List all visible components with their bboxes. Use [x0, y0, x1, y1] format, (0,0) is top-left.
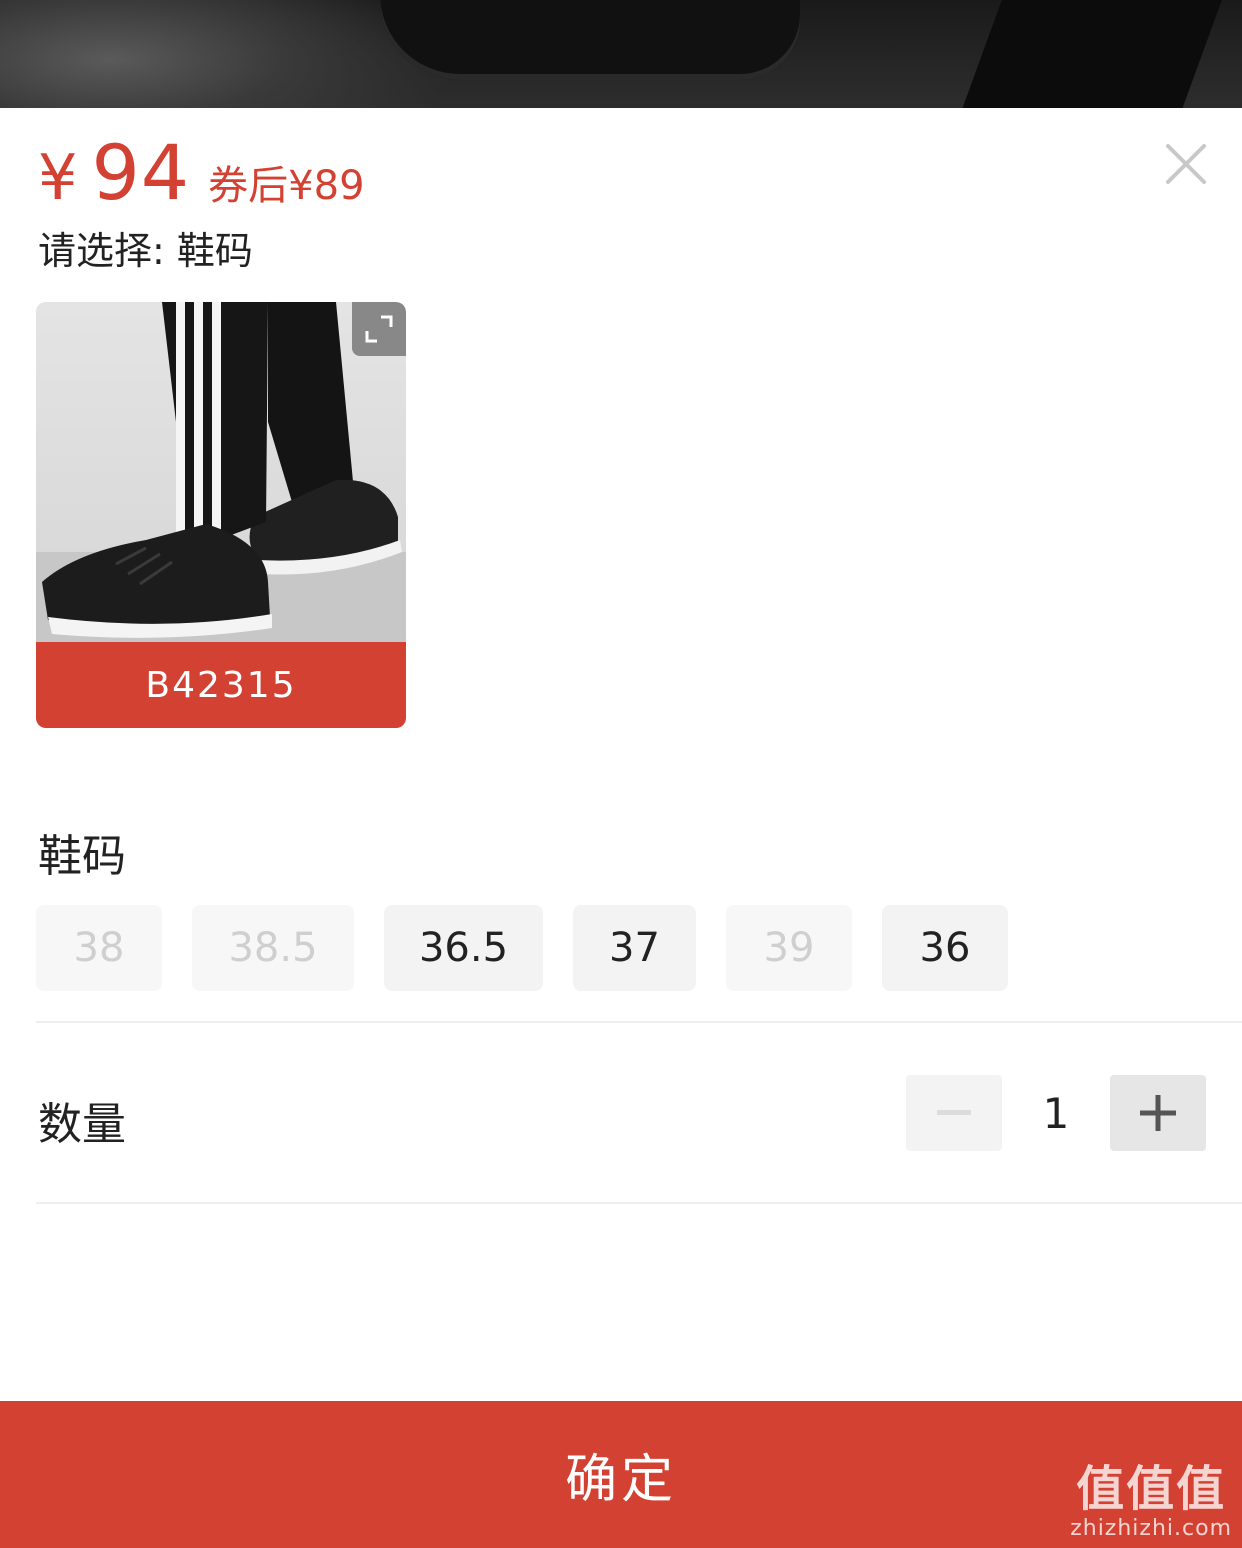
size-option-37[interactable]: 37 — [573, 905, 696, 991]
plus-icon — [1140, 1095, 1176, 1131]
backdrop-shoe-shape — [380, 0, 800, 80]
quantity-increase-button[interactable] — [1110, 1075, 1206, 1151]
divider — [36, 1202, 1242, 1204]
size-option-38[interactable]: 38 — [36, 905, 162, 991]
selection-prompt: 请选择: 鞋码 — [38, 229, 253, 273]
coupon-price: 券后¥89 — [208, 163, 365, 209]
product-image-backdrop — [0, 0, 1242, 108]
sku-selection-sheet: ¥ 94 券后¥89 请选择: 鞋码 B42315 鞋码 38 38.5 36.… — [0, 108, 1242, 1548]
price-amount: 94 — [91, 128, 191, 217]
size-option-38-5[interactable]: 38.5 — [192, 905, 354, 991]
divider — [36, 1021, 1242, 1023]
backdrop-leg-shape — [954, 0, 1226, 108]
price-currency: ¥ — [38, 141, 78, 214]
sku-thumbnail — [36, 302, 406, 642]
sku-card-selected[interactable]: B42315 — [36, 302, 406, 728]
size-section-title: 鞋码 — [38, 831, 126, 882]
watermark-url: zhizhizhi.com — [1070, 1516, 1232, 1541]
size-option-36[interactable]: 36 — [882, 905, 1008, 991]
size-option-36-5[interactable]: 36.5 — [384, 905, 543, 991]
quantity-decrease-button[interactable] — [906, 1075, 1002, 1151]
price-row: ¥ 94 券后¥89 — [38, 128, 365, 217]
sku-label: B42315 — [36, 642, 406, 728]
close-button[interactable] — [1164, 142, 1208, 186]
confirm-button[interactable]: 确定 — [0, 1401, 1242, 1548]
quantity-title: 数量 — [38, 1099, 126, 1150]
watermark: 值值值 zhizhizhi.com — [1070, 1462, 1232, 1542]
expand-icon — [365, 315, 393, 343]
quantity-value: 1 — [1042, 1088, 1070, 1138]
watermark-logo: 值值值 — [1076, 1461, 1227, 1517]
close-icon — [1166, 144, 1206, 184]
expand-image-button[interactable] — [352, 302, 406, 356]
size-option-39[interactable]: 39 — [726, 905, 852, 991]
minus-icon — [937, 1110, 971, 1115]
